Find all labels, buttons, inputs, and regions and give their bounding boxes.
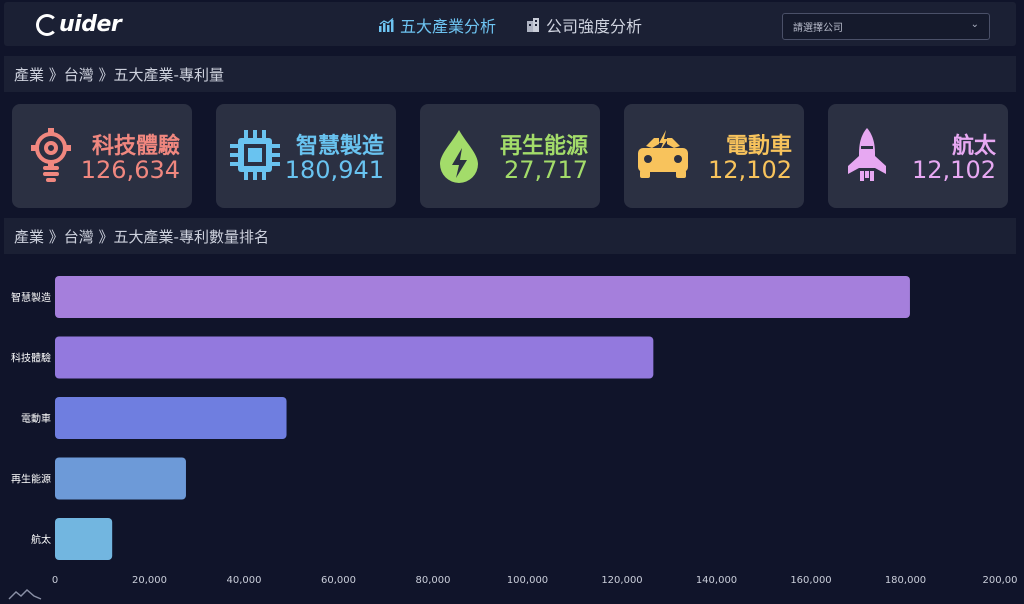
bar-2 (55, 336, 654, 379)
company-select[interactable]: 請選擇公司 ⌄ (782, 13, 990, 40)
card-value: 126,634 (80, 156, 180, 184)
bar-5 (55, 518, 113, 560)
card-tech-experience[interactable]: 科技體驗 126,634 (12, 104, 192, 208)
chevron-down-icon: ⌄ (970, 19, 979, 30)
building-icon (527, 18, 540, 32)
logo-g-mark (36, 14, 58, 36)
x-tick-label: 60,000 (321, 575, 356, 586)
x-tick-label: 80,000 (416, 575, 451, 586)
card-smart-manufacturing[interactable]: 智慧製造 180,941 (216, 104, 396, 208)
logo-text: uider (59, 11, 122, 37)
x-tick-label: 120,000 (601, 575, 642, 586)
card-aerospace[interactable]: 航太 12,102 (828, 104, 1008, 208)
card-value: 12,102 (912, 156, 996, 184)
electric-car-icon (638, 130, 688, 178)
breadcrumb-patent-ranking: 產業 》台灣 》五大產業-專利數量排名 (4, 218, 1016, 254)
tab-label: 公司強度分析 (546, 17, 643, 36)
y-tick-label: 再生能源 (11, 473, 51, 486)
y-tick-label: 科技體驗 (11, 352, 51, 365)
x-tick-label: 180,000 (885, 575, 926, 586)
main-nav: 五大產業分析 公司強度分析 (378, 10, 642, 40)
y-tick-label: 航太 (31, 533, 51, 546)
card-value: 180,941 (284, 156, 384, 184)
patent-ranking-chart: 智慧製造科技體驗電動車再生能源航太 0 20,000 40,000 60,000 80,0… (0, 258, 1024, 604)
x-tick-label: 20,000 (132, 575, 167, 586)
x-tick-label: 140,000 (696, 575, 737, 586)
x-tick-label: 200,00 (983, 575, 1018, 586)
company-select-placeholder: 請選擇公司 (793, 23, 843, 34)
x-tick-label: 100,000 (507, 575, 548, 586)
breadcrumb-text: 產業 》台灣 》五大產業-專利量 (14, 65, 224, 84)
card-value: 27,717 (504, 156, 588, 184)
lightbulb-gear-icon (31, 128, 71, 182)
card-value: 12,102 (708, 156, 792, 184)
card-electric-vehicle[interactable]: 電動車 12,102 (624, 104, 804, 208)
breadcrumb-patent-summary: 產業 》台灣 》五大產業-專利量 (4, 56, 1016, 92)
tab-company-strength[interactable]: 公司強度分析 (526, 10, 642, 40)
breadcrumb-text: 產業 》台灣 》五大產業-專利數量排名 (14, 227, 269, 246)
y-tick-label: 電動車 (21, 412, 51, 425)
tab-label: 五大產業分析 (400, 17, 497, 36)
patent-ranking-bar-chart: 智慧製造科技體驗電動車再生能源航太 0 20,000 40,000 60,000 80,0… (11, 276, 1018, 586)
energy-drop-icon (440, 130, 478, 183)
chip-icon (230, 130, 280, 180)
x-tick-label: 40,000 (227, 575, 262, 586)
y-tick-label: 智慧製造 (11, 291, 51, 304)
x-tick-label: 0 (52, 575, 58, 586)
x-tick-label: 160,000 (790, 575, 831, 586)
card-renewable-energy[interactable]: 再生能源 27,717 (420, 104, 600, 208)
tab-industry-analysis[interactable]: 五大產業分析 (378, 10, 496, 40)
guider-logo[interactable]: uider (36, 8, 122, 40)
bar-4 (55, 457, 186, 500)
bar-chart-icon (379, 18, 394, 32)
rocket-icon (848, 128, 886, 181)
mountain-icon (8, 589, 42, 600)
top-navigation-bar: uider 五大產業分析 公司強度分析 請選擇公司 ⌄ (4, 2, 1016, 46)
bar-3 (55, 397, 287, 439)
bar-1 (55, 276, 910, 318)
